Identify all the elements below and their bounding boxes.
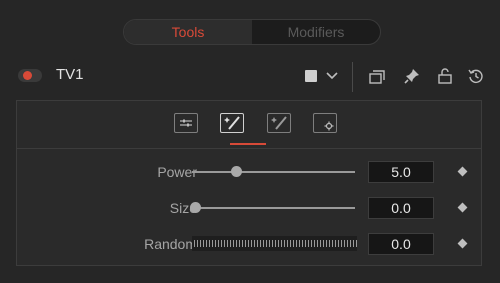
pin-icon[interactable] — [403, 67, 421, 85]
param-row-power: Power 5.0 — [17, 161, 481, 183]
size-value-field[interactable]: 0.0 — [368, 197, 434, 219]
random-keyframe-icon[interactable] — [457, 238, 468, 249]
controls-icon[interactable] — [174, 113, 198, 133]
magic-wand-icon[interactable] — [220, 113, 244, 133]
tab-tools[interactable]: Tools — [124, 20, 252, 44]
power-slider-track[interactable] — [192, 171, 355, 173]
color-swatch-icon[interactable] — [305, 70, 317, 82]
size-slider-thumb[interactable] — [189, 202, 201, 213]
size-slider-track[interactable] — [192, 207, 355, 209]
power-slider-thumb[interactable] — [230, 166, 242, 177]
node-name: TV1 — [56, 66, 84, 83]
tools-modifiers-tab-bar: Tools Modifiers — [123, 19, 381, 45]
random-thumbwheel[interactable] — [192, 236, 357, 251]
reset-icon[interactable] — [467, 67, 485, 85]
tab-modifiers-label: Modifiers — [287, 24, 345, 40]
size-keyframe-icon[interactable] — [457, 202, 468, 213]
param-row-size: Size 0.0 — [17, 197, 481, 219]
view-window-icon[interactable] — [368, 68, 386, 86]
random-label: Random — [144, 236, 197, 252]
chevron-down-icon[interactable] — [325, 68, 339, 84]
active-subtab-indicator — [230, 143, 266, 145]
settings-icon[interactable] — [313, 113, 337, 133]
inspector-subtab-bar — [17, 101, 481, 149]
power-keyframe-icon[interactable] — [457, 166, 468, 177]
lock-icon[interactable] — [436, 67, 454, 85]
inspector-panel: Power 5.0 Size 0.0 Random 0.0 — [16, 100, 482, 266]
enable-toggle[interactable] — [18, 69, 42, 82]
power-value-field[interactable]: 5.0 — [368, 161, 434, 183]
random-value-field[interactable]: 0.0 — [368, 233, 434, 255]
header-divider — [352, 62, 353, 92]
param-row-random: Random 0.0 — [17, 233, 481, 255]
tab-tools-label: Tools — [171, 24, 205, 40]
enable-toggle-indicator — [23, 71, 32, 80]
node-header: TV1 — [0, 60, 500, 94]
magic-wand-alt-icon[interactable] — [267, 113, 291, 133]
tab-modifiers[interactable]: Modifiers — [252, 20, 380, 44]
